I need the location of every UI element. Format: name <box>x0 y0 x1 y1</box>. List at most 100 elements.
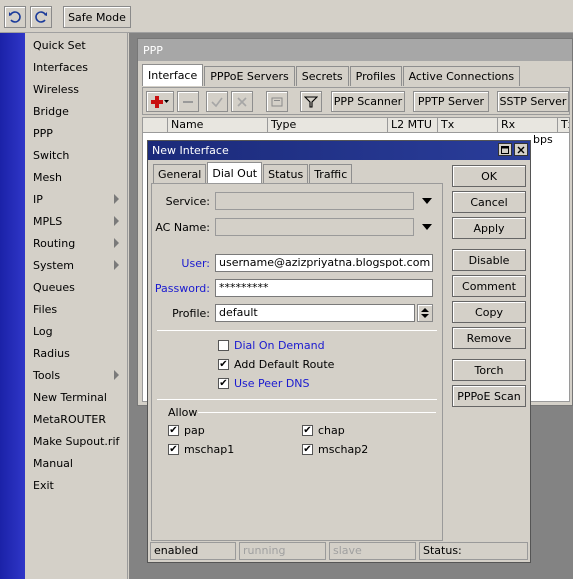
sidebar-item-bridge[interactable]: Bridge <box>33 101 125 121</box>
pppoe-scan-button[interactable]: PPPoE Scan <box>452 385 526 407</box>
user-label: User: <box>181 257 210 270</box>
tab-dial-out[interactable]: Dial Out <box>207 162 263 183</box>
pap-checkbox[interactable]: ✔ <box>168 425 179 436</box>
sidebar-item-radius[interactable]: Radius <box>33 343 125 363</box>
comment-button[interactable]: Comment <box>452 275 526 297</box>
profile-dropdown-button[interactable] <box>417 304 433 322</box>
redo-button[interactable] <box>30 6 52 28</box>
maximize-button[interactable] <box>498 143 512 156</box>
sidebar-item-label: New Terminal <box>33 390 107 404</box>
status-slave: slave <box>329 542 416 560</box>
ok-button[interactable]: OK <box>452 165 526 187</box>
apply-button[interactable]: Apply <box>452 217 526 239</box>
sidebar-item-exit[interactable]: Exit <box>33 475 125 495</box>
column-header-flags[interactable] <box>143 118 168 133</box>
tab-pppoe-servers[interactable]: PPPoE Servers <box>204 66 295 86</box>
sidebar-item-label: Bridge <box>33 104 69 118</box>
dial-out-panel: Service: AC Name: User: username@azizpri… <box>151 183 443 541</box>
remove-button[interactable] <box>177 91 199 112</box>
sidebar-item-system[interactable]: System <box>33 255 125 275</box>
remove-button[interactable]: Remove <box>452 327 526 349</box>
torch-button[interactable]: Torch <box>452 359 526 381</box>
sidebar-item-new-terminal[interactable]: New Terminal <box>33 387 125 407</box>
sidebar-item-label: Quick Set <box>33 38 86 52</box>
sidebar-item-interfaces[interactable]: Interfaces <box>33 57 125 77</box>
sidebar-item-label: IP <box>33 192 43 206</box>
profile-select[interactable]: default <box>215 304 415 322</box>
use-peer-dns-checkbox[interactable]: ✔ <box>218 378 229 389</box>
sidebar-item-label: Mesh <box>33 170 62 184</box>
column-header-tx[interactable]: Tx <box>438 118 498 133</box>
copy-button[interactable]: Copy <box>452 301 526 323</box>
use-peer-dns-label: Use Peer DNS <box>234 377 310 390</box>
dial-on-demand-label: Dial On Demand <box>234 339 325 352</box>
sidebar-item-quick-set[interactable]: Quick Set <box>33 35 125 55</box>
sidebar-item-make-supout[interactable]: Make Supout.rif <box>33 431 125 451</box>
mschap2-label: mschap2 <box>318 443 369 456</box>
pptp-server-button[interactable]: PPTP Server <box>413 91 489 112</box>
sidebar-item-files[interactable]: Files <box>33 299 125 319</box>
mschap1-checkbox[interactable]: ✔ <box>168 444 179 455</box>
enable-button[interactable] <box>206 91 228 112</box>
column-header-tx-packets[interactable]: Tx <box>558 118 569 133</box>
chap-checkbox[interactable]: ✔ <box>302 425 313 436</box>
minus-icon <box>183 100 193 103</box>
mschap2-checkbox[interactable]: ✔ <box>302 444 313 455</box>
add-default-route-checkbox[interactable]: ✔ <box>218 359 229 370</box>
sidebar-item-label: Queues <box>33 280 75 294</box>
user-field[interactable]: username@azizpriyatna.blogspot.com <box>215 254 433 272</box>
plus-icon <box>151 95 169 108</box>
comment-button[interactable] <box>266 91 288 112</box>
sidebar-item-routing[interactable]: Routing <box>33 233 125 253</box>
sstp-server-button[interactable]: SSTP Server <box>497 91 569 112</box>
column-header-name[interactable]: Name <box>168 118 268 133</box>
close-button[interactable] <box>514 143 528 156</box>
tab-interface[interactable]: Interface <box>142 64 204 86</box>
password-field[interactable]: ********* <box>215 279 433 297</box>
sidebar-item-ppp[interactable]: PPP <box>33 123 125 143</box>
sidebar-item-switch[interactable]: Switch <box>33 145 125 165</box>
service-dropdown-icon[interactable] <box>422 198 432 204</box>
updown-arrow-icon <box>421 308 429 318</box>
disable-button[interactable]: Disable <box>452 249 526 271</box>
sidebar-item-label: Exit <box>33 478 54 492</box>
sidebar-item-mpls[interactable]: MPLS <box>33 211 125 231</box>
sidebar-item-metarouter[interactable]: MetaROUTER <box>33 409 125 429</box>
sidebar-item-log[interactable]: Log <box>33 321 125 341</box>
safe-mode-button[interactable]: Safe Mode <box>63 6 131 28</box>
sidebar-item-ip[interactable]: IP <box>33 189 125 209</box>
ppp-window-title[interactable]: PPP <box>138 39 572 61</box>
undo-button[interactable] <box>4 6 26 28</box>
tab-secrets[interactable]: Secrets <box>295 66 349 86</box>
sidebar-item-label: Interfaces <box>33 60 88 74</box>
sidebar-item-wireless[interactable]: Wireless <box>33 79 125 99</box>
cancel-button[interactable]: Cancel <box>452 191 526 213</box>
separator <box>157 399 437 400</box>
dial-on-demand-checkbox[interactable] <box>218 340 229 351</box>
tab-status[interactable]: Status <box>263 164 309 183</box>
service-field[interactable] <box>215 192 414 210</box>
main-toolbar: Safe Mode <box>0 0 573 33</box>
filter-button[interactable] <box>300 91 322 112</box>
tab-active-connections[interactable]: Active Connections <box>402 66 521 86</box>
sidebar-item-mesh[interactable]: Mesh <box>33 167 125 187</box>
ac-name-dropdown-icon[interactable] <box>422 224 432 230</box>
column-header-l2mtu[interactable]: L2 MTU <box>388 118 438 133</box>
disable-button[interactable] <box>231 91 253 112</box>
column-header-rx[interactable]: Rx <box>498 118 558 133</box>
dialog-title-bar[interactable]: New Interface <box>148 141 530 160</box>
sidebar-item-tools[interactable]: Tools <box>33 365 125 385</box>
tab-profiles[interactable]: Profiles <box>349 66 402 86</box>
ac-name-field[interactable] <box>215 218 414 236</box>
winbox-brand-strip <box>0 33 25 579</box>
ppp-toolbar: PPP Scanner PPTP Server SSTP Server <box>142 87 570 115</box>
new-interface-dialog: New Interface General Dial Out Status Tr… <box>147 140 531 563</box>
sidebar-item-queues[interactable]: Queues <box>33 277 125 297</box>
note-icon <box>271 97 283 106</box>
tab-general[interactable]: General <box>153 164 207 183</box>
ppp-scanner-button[interactable]: PPP Scanner <box>331 91 405 112</box>
add-button[interactable] <box>146 91 174 112</box>
sidebar-item-manual[interactable]: Manual <box>33 453 125 473</box>
tab-traffic[interactable]: Traffic <box>309 164 353 183</box>
column-header-type[interactable]: Type <box>268 118 388 133</box>
